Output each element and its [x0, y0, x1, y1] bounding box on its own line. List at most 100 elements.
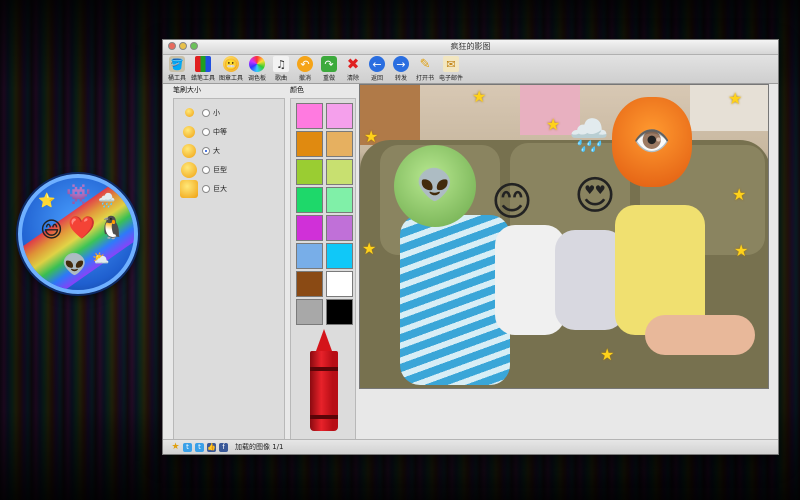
- current-crayon-icon: [308, 329, 348, 433]
- green-monster-icon: 👾: [66, 182, 91, 206]
- redo-button[interactable]: ↷ 重做: [319, 55, 339, 82]
- color-swatch-15[interactable]: [296, 299, 323, 325]
- star-sticker-icon[interactable]: ★: [362, 241, 376, 257]
- color-swatch-13[interactable]: [296, 271, 323, 297]
- brush-option-huge[interactable]: 巨型: [174, 160, 284, 179]
- heart-eyes-sticker-icon[interactable]: 😍: [570, 171, 620, 221]
- smiley-sticker-icon[interactable]: 😊: [487, 177, 537, 227]
- facebook-like-icon[interactable]: 👍: [207, 442, 216, 452]
- song-button[interactable]: ♫ 歌曲: [271, 55, 291, 82]
- brush-option-giant[interactable]: 巨大: [174, 179, 284, 198]
- crayon-tip: [316, 329, 332, 351]
- brush-radio-large[interactable]: [202, 146, 210, 155]
- star-sticker-icon[interactable]: ★: [734, 243, 748, 259]
- color-title: 颜色: [290, 86, 304, 94]
- crayon-tool-button[interactable]: 蜡笔工具: [191, 55, 215, 82]
- star-icon: ⭐: [38, 193, 56, 209]
- star-sticker-icon[interactable]: ★: [600, 347, 614, 363]
- back-button[interactable]: ← 返回: [367, 55, 387, 82]
- open-book-button[interactable]: ✎ 打开书: [415, 55, 435, 83]
- large-face-icon: [180, 143, 198, 158]
- color-wheel-icon: [249, 56, 266, 72]
- undo-icon: ↶: [297, 56, 314, 72]
- alien-sticker-icon[interactable]: 👽: [394, 145, 476, 227]
- status-bar: ★ t t 👍 f 加载的图像 1/1: [163, 439, 778, 454]
- rain-cloud-icon: 🌧️: [98, 193, 116, 209]
- color-swatch-10[interactable]: [326, 215, 353, 241]
- huge-face-icon: [180, 161, 198, 178]
- brush-option-large[interactable]: 大: [174, 141, 284, 160]
- star-sticker-icon[interactable]: ★: [732, 187, 746, 203]
- drawing-canvas[interactable]: 👽 😊 😍 👁️ 🌧️ ★ ★ ★ ★ ★ ★ ★ ★: [359, 84, 769, 389]
- star-sticker-icon[interactable]: ★: [728, 91, 742, 107]
- window-title: 疯狂的影图: [450, 42, 491, 51]
- twitter-icon[interactable]: t: [183, 442, 192, 452]
- brush-size-title: 笔刷大小: [173, 86, 201, 94]
- star-sticker-icon[interactable]: ★: [364, 129, 378, 145]
- sun-cloud-icon: ⛅: [92, 251, 110, 267]
- app-window: 疯狂的影图 🪣 桶工具 蜡笔工具 😬 图章工具 调色板 ♫ 歌曲 ↶ 撤消 ↷: [162, 39, 779, 455]
- color-swatch-14[interactable]: [326, 271, 353, 297]
- color-swatch-9[interactable]: [296, 215, 323, 241]
- photo-child-legs: [645, 315, 755, 355]
- smiley-face-icon: 😄: [40, 218, 63, 243]
- color-swatch-6[interactable]: [326, 159, 353, 185]
- brush-option-small[interactable]: 小: [174, 103, 284, 122]
- color-swatch-8[interactable]: [326, 187, 353, 213]
- brush-radio-small[interactable]: [202, 108, 210, 117]
- clear-button[interactable]: ✖ 清除: [343, 55, 363, 82]
- stamp-tool-button[interactable]: 😬 图章工具: [219, 55, 243, 82]
- undo-button[interactable]: ↶ 撤消: [295, 55, 315, 82]
- twitter-share-icon[interactable]: t: [195, 442, 204, 452]
- color-swatch-2[interactable]: [326, 103, 353, 129]
- star-status-icon[interactable]: ★: [171, 442, 180, 452]
- forward-arrow-icon: →: [393, 56, 410, 72]
- back-arrow-icon: ←: [369, 56, 386, 72]
- open-book-icon: ✎: [419, 56, 431, 72]
- toolbar: 🪣 桶工具 蜡笔工具 😬 图章工具 调色板 ♫ 歌曲 ↶ 撤消 ↷ 重做 ✖ 清…: [163, 55, 778, 84]
- color-swatch-grid: [296, 103, 355, 325]
- palette-button[interactable]: 调色板: [247, 55, 267, 82]
- email-icon: ✉: [443, 56, 460, 72]
- crayon-band: [310, 367, 338, 371]
- monster-sticker-icon[interactable]: 👁️: [612, 97, 692, 187]
- giant-face-icon: [180, 179, 198, 198]
- forward-button[interactable]: → 转发: [391, 55, 411, 82]
- music-note-icon: ♫: [273, 56, 290, 72]
- star-sticker-icon[interactable]: ★: [546, 117, 560, 133]
- color-box: [290, 98, 356, 446]
- title-bar: 疯狂的影图: [163, 40, 778, 55]
- heart-icon: ❤️: [68, 216, 96, 241]
- brush-size-list: 小 中等 大 巨型 巨大: [173, 98, 285, 446]
- email-button[interactable]: ✉ 电子邮件: [439, 55, 463, 82]
- small-face-icon: [180, 108, 198, 117]
- alien-icon: 👽: [62, 252, 87, 276]
- color-swatch-1[interactable]: [296, 103, 323, 129]
- color-swatch-11[interactable]: [296, 243, 323, 269]
- bucket-tool-button[interactable]: 🪣 桶工具: [167, 55, 187, 82]
- color-swatch-12[interactable]: [326, 243, 353, 269]
- photo-child-striped-dress: [400, 215, 510, 385]
- redo-icon: ↷: [321, 56, 338, 72]
- color-swatch-4[interactable]: [326, 131, 353, 157]
- medium-face-icon: [180, 125, 198, 138]
- brush-option-medium[interactable]: 中等: [174, 122, 284, 141]
- brush-radio-medium[interactable]: [202, 127, 210, 136]
- star-sticker-icon[interactable]: ★: [472, 89, 486, 105]
- app-badge-logo: 😄 ❤️ 🐧 👾 ⭐ 🌧️ 👽 ⛅: [18, 174, 138, 294]
- color-swatch-5[interactable]: [296, 159, 323, 185]
- facebook-icon[interactable]: f: [219, 442, 228, 452]
- color-swatch-3[interactable]: [296, 131, 323, 157]
- crayon-band: [310, 415, 338, 419]
- bucket-icon: 🪣: [169, 56, 185, 72]
- brush-radio-huge[interactable]: [202, 165, 210, 174]
- stamp-icon: 😬: [223, 56, 240, 72]
- crayon-body: [310, 351, 338, 431]
- rain-cloud-sticker-icon[interactable]: 🌧️: [565, 115, 613, 155]
- penguin-icon: 🐧: [98, 216, 126, 241]
- clear-icon: ✖: [346, 54, 360, 73]
- brush-radio-giant[interactable]: [202, 184, 210, 193]
- status-text: 加载的图像 1/1: [235, 443, 284, 451]
- color-swatch-7[interactable]: [296, 187, 323, 213]
- color-swatch-16[interactable]: [326, 299, 353, 325]
